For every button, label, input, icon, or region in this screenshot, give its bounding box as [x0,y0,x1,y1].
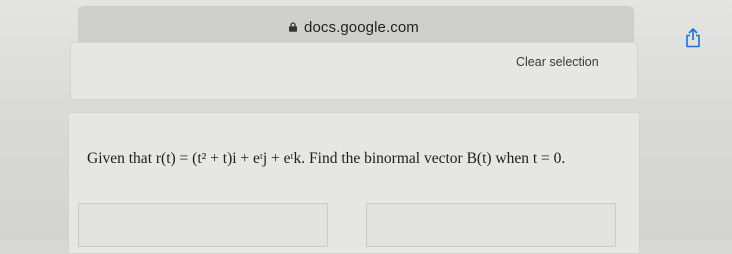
question-text: Given that r(t) = (t² + t)i + eᵗj + eᵗk.… [87,150,566,167]
clear-selection-button[interactable]: Clear selection [516,55,599,69]
top-panel [70,42,638,100]
lock-icon [289,22,297,32]
share-icon[interactable] [684,28,702,48]
url-text[interactable]: docs.google.com [304,19,419,36]
answer-box-left[interactable] [78,203,328,247]
answer-box-right[interactable] [366,203,616,247]
